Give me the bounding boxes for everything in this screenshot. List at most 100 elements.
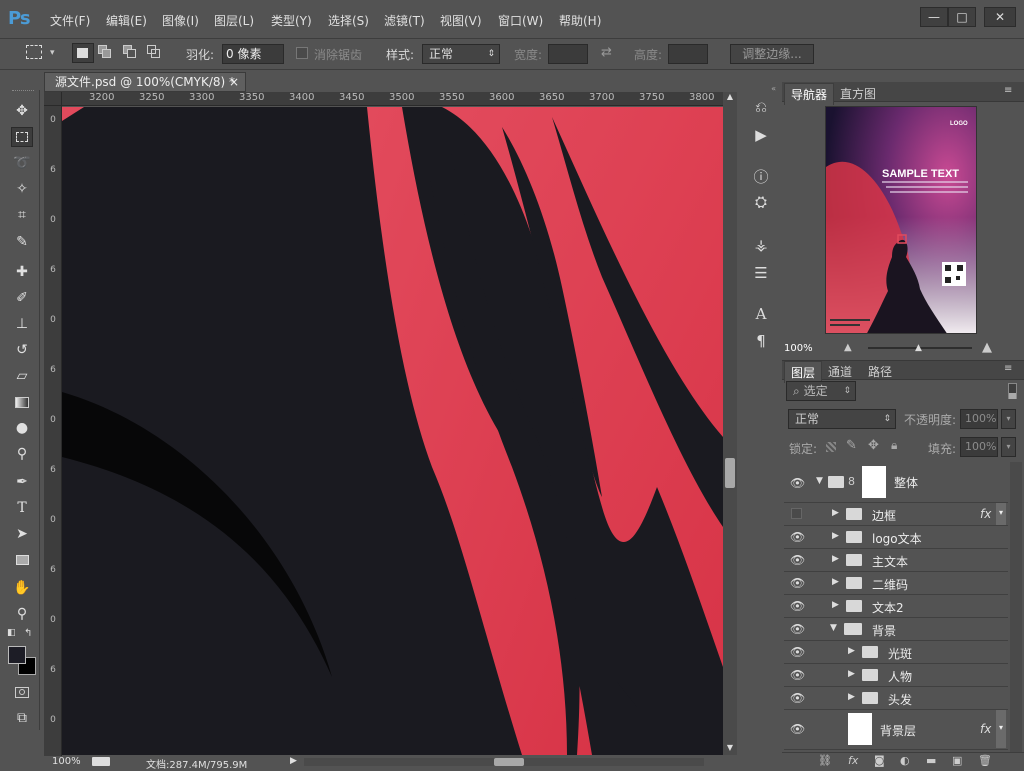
status-share-icon[interactable] (92, 757, 110, 766)
visibility-off-box[interactable] (791, 508, 802, 519)
expand-arrow-icon[interactable]: ▶ (848, 669, 855, 679)
layer-row[interactable]: 👁︎ ▶ 人物 (784, 664, 1008, 687)
fx-icon[interactable]: fx (980, 722, 991, 736)
blend-mode-select[interactable]: 正常 ⇕ (788, 409, 896, 429)
lock-transparent-icon[interactable] (826, 442, 836, 452)
minimize-button[interactable]: — (920, 7, 948, 27)
visibility-eye-icon[interactable]: 👁︎ (790, 576, 805, 590)
history-brush-tool-icon[interactable]: ↺ (11, 340, 33, 360)
zoom-in-icon[interactable]: ▲ (982, 340, 992, 355)
dodge-tool-icon[interactable]: ⚲ (11, 444, 33, 464)
swap-colors-icon[interactable]: ↰ (24, 628, 32, 639)
menu-layer[interactable]: 图层(L) (214, 12, 254, 29)
blur-tool-icon[interactable]: ● (11, 418, 33, 438)
document-canvas[interactable] (62, 107, 723, 755)
tab-navigator[interactable]: 导航器 (784, 83, 835, 105)
paragraph-panel-icon[interactable]: ¶ (752, 332, 770, 350)
preset-dropdown-icon[interactable]: ▾ (50, 48, 55, 58)
menu-view[interactable]: 视图(V) (440, 12, 482, 29)
foreground-color-swatch[interactable] (8, 646, 26, 664)
canvas-horizontal-scrollbar[interactable] (304, 758, 704, 766)
menu-help[interactable]: 帮助(H) (559, 12, 601, 29)
lock-image-icon[interactable]: ✎ (846, 438, 857, 453)
visibility-eye-icon[interactable]: 👁︎ (790, 668, 805, 682)
menu-window[interactable]: 窗口(W) (498, 12, 543, 29)
brush-presets-icon[interactable]: ⚶ (752, 236, 770, 254)
eyedropper-tool-icon[interactable]: ✎ (11, 232, 33, 252)
subtract-selection-icon[interactable] (123, 45, 137, 59)
toolbar-grip[interactable] (12, 90, 34, 94)
document-tab[interactable]: 源文件.psd @ 100%(CMYK/8) * × (44, 72, 246, 92)
effects-expand-icon[interactable]: ▾ (996, 710, 1006, 748)
link-layers-icon[interactable]: ⛓ (818, 754, 832, 767)
layer-name[interactable]: 整体 (894, 474, 918, 491)
tab-histogram[interactable]: 直方图 (834, 83, 882, 104)
pen-tool-icon[interactable]: ✒ (11, 472, 33, 492)
layer-thumbnail[interactable] (848, 713, 872, 745)
horizontal-ruler[interactable]: 3200 3250 3300 3350 3400 3450 3500 3550 … (62, 92, 723, 106)
layer-name[interactable]: 背景 (872, 622, 896, 639)
layer-row[interactable]: 👁︎ ▶ 二维码 (784, 572, 1008, 595)
layer-name[interactable]: 边框 (872, 507, 896, 524)
layer-name[interactable]: 二维码 (872, 576, 908, 593)
properties-panel-icon[interactable]: ⛭ (752, 193, 770, 211)
style-select[interactable]: 正常 ⇕ (422, 44, 500, 64)
menu-edit[interactable]: 编辑(E) (106, 12, 147, 29)
adjustments-panel-icon[interactable]: ☰ (752, 264, 770, 282)
panel-menu-icon[interactable]: ≡ (1004, 85, 1012, 96)
move-tool-icon[interactable]: ✥ (11, 101, 33, 121)
expand-arrow-icon[interactable]: ▶ (832, 531, 839, 541)
history-panel-icon[interactable]: ⎌ (752, 98, 770, 116)
close-tab-icon[interactable]: × (229, 73, 239, 91)
vertical-ruler[interactable]: 0 6 0 6 0 6 0 6 0 6 0 6 0 (44, 106, 62, 756)
menu-file[interactable]: 文件(F) (50, 12, 90, 29)
rectangular-marquee-tool-icon[interactable] (11, 127, 33, 147)
ruler-origin[interactable] (44, 92, 62, 106)
new-group-icon[interactable]: ▬ (926, 754, 936, 767)
type-tool-icon[interactable]: T (11, 498, 33, 518)
default-colors-icon[interactable]: ◧ (7, 628, 16, 638)
layer-name[interactable]: 光斑 (888, 645, 912, 662)
status-zoom[interactable]: 100% (52, 756, 81, 767)
magic-wand-tool-icon[interactable]: ✧ (11, 179, 33, 199)
zoom-slider-handle[interactable]: ▲ (915, 343, 922, 353)
layer-name[interactable]: logo文本 (872, 530, 922, 547)
marquee-tool-preset-icon[interactable] (26, 45, 42, 59)
fill-input[interactable]: 100% (960, 437, 998, 457)
collapse-arrow-icon[interactable]: ▼ (816, 476, 823, 486)
menu-image[interactable]: 图像(I) (162, 12, 199, 29)
menu-filter[interactable]: 滤镜(T) (384, 12, 425, 29)
add-selection-icon[interactable] (98, 45, 112, 59)
path-selection-tool-icon[interactable]: ➤ (11, 524, 33, 544)
adjustment-layer-icon[interactable]: ◐ (900, 754, 910, 767)
layer-row[interactable]: 👁︎ ▶ 主文本 (784, 549, 1008, 572)
feather-input[interactable]: 0 像素 (222, 44, 284, 64)
info-panel-icon[interactable]: ⓘ (752, 167, 770, 186)
expand-arrow-icon[interactable]: ▶ (832, 600, 839, 610)
healing-brush-tool-icon[interactable]: ✚ (11, 262, 33, 282)
layer-filter-select[interactable]: ⌕ 选定 ⇕ (786, 381, 856, 401)
expand-arrow-icon[interactable]: ▶ (848, 646, 855, 656)
navigator-zoom-value[interactable]: 100% (784, 343, 813, 354)
gradient-tool-icon[interactable] (11, 392, 33, 412)
hscrollbar-thumb[interactable] (494, 758, 524, 766)
hand-tool-icon[interactable]: ✋ (11, 578, 33, 598)
visibility-eye-icon[interactable]: 👁︎ (790, 622, 805, 636)
layer-name[interactable]: 背景层 (880, 722, 916, 739)
menu-select[interactable]: 选择(S) (328, 12, 369, 29)
tab-layers[interactable]: 图层 (784, 361, 823, 383)
close-window-button[interactable]: ✕ (984, 7, 1016, 27)
antialias-checkbox[interactable] (296, 47, 308, 59)
layer-row[interactable]: ▶ 边框 fx ▾ (784, 503, 1008, 526)
expand-arrow-icon[interactable]: ▶ (832, 508, 839, 518)
layer-name[interactable]: 人物 (888, 668, 912, 685)
new-layer-icon[interactable]: ▣ (952, 754, 962, 767)
intersect-selection-icon[interactable] (147, 45, 161, 59)
layers-panel-menu-icon[interactable]: ≡ (1004, 363, 1012, 374)
fx-icon[interactable]: fx (980, 507, 991, 521)
effects-expand-icon[interactable]: ▾ (996, 503, 1006, 525)
lasso-tool-icon[interactable]: ➰ (11, 153, 33, 173)
screen-mode-icon[interactable]: ⧉ (11, 708, 33, 728)
layer-row[interactable]: 👁︎ ▶ 头发 (784, 687, 1008, 710)
menu-type[interactable]: 类型(Y) (271, 12, 312, 29)
